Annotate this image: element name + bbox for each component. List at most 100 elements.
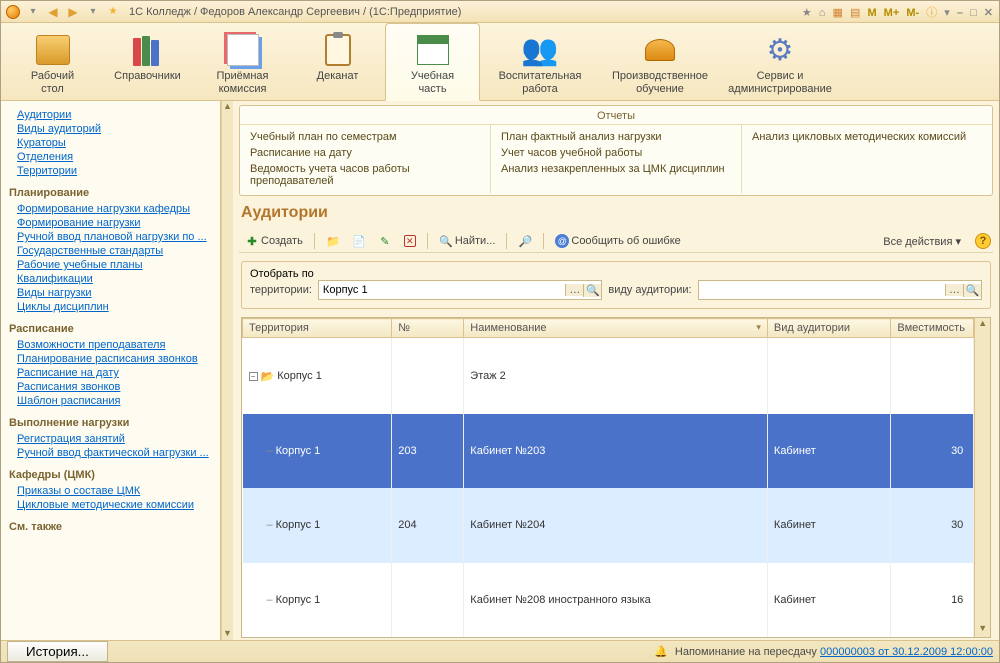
status-link[interactable]: 000000003 от 30.12.2009 12:00:00	[820, 646, 993, 658]
sidebar-link[interactable]: Отделения	[17, 151, 212, 163]
tab-admission[interactable]: Приёмная комиссия	[195, 23, 290, 100]
calc-icon[interactable]: ▤	[850, 7, 860, 19]
sidebar-link[interactable]: Циклы дисциплин	[17, 301, 212, 313]
sidebar-link[interactable]: Регистрация занятий	[17, 433, 212, 445]
sidebar-link[interactable]: Возможности преподавателя	[17, 339, 212, 351]
fav2-icon[interactable]: ★	[802, 7, 812, 19]
sidebar-link[interactable]: Виды аудиторий	[17, 123, 212, 135]
find-button[interactable]: 🔍Найти...	[435, 232, 500, 250]
sidebar-link[interactable]: Планирование расписания звонков	[17, 353, 212, 365]
report-link[interactable]: Учет часов учебной работы	[501, 145, 731, 161]
table-row[interactable]: −📂 Корпус 1Этаж 2	[243, 338, 974, 415]
column-header[interactable]: Вид аудитории	[767, 319, 891, 338]
report-link[interactable]: Анализ незакрепленных за ЦМК дисциплин	[501, 161, 731, 177]
dropdown2-icon[interactable]: ▾	[85, 4, 101, 20]
sidebar-link[interactable]: Квалификации	[17, 273, 212, 285]
tab-service[interactable]: ⚙ Сервис и администрирование	[720, 23, 840, 100]
tab-desktop[interactable]: Рабочий стол	[5, 23, 100, 100]
tab-education[interactable]: Учебная часть	[385, 23, 480, 101]
edit-button[interactable]: ✎	[374, 232, 396, 250]
territory-input-wrap: … 🔍	[318, 280, 602, 300]
report-link[interactable]: Анализ цикловых методических комиссий	[752, 129, 982, 145]
tab-industrial[interactable]: Производственное обучение	[600, 23, 720, 100]
minimize-button[interactable]: –	[957, 7, 963, 19]
copy-button[interactable]: 📄	[348, 232, 370, 250]
report-link[interactable]: Ведомость учета часов работы преподавате…	[250, 161, 480, 189]
bell-icon: 🔔	[654, 646, 668, 658]
back-icon[interactable]: ◀	[45, 4, 61, 20]
content-area: Отчеты Учебный план по семестрамРасписан…	[233, 101, 999, 642]
status-message: 🔔 Напоминание на пересдачу 000000003 от …	[654, 645, 993, 658]
maximize-button[interactable]: □	[970, 7, 977, 19]
sidebar-link[interactable]: Формирование нагрузки	[17, 217, 212, 229]
data-table[interactable]: Территория№Наименование▾Вид аудиторииВме…	[242, 318, 974, 637]
sidebar-link[interactable]: Рабочие учебные планы	[17, 259, 212, 271]
table-scrollbar[interactable]: ▲▼	[974, 318, 990, 637]
report-link[interactable]: Расписание на дату	[250, 145, 480, 161]
delete-button[interactable]: ✕	[400, 233, 420, 249]
type-search-button[interactable]: 🔍	[963, 284, 981, 297]
report-link[interactable]: Учебный план по семестрам	[250, 129, 480, 145]
sidebar-link[interactable]: Расписания звонков	[17, 381, 212, 393]
report-bug-button[interactable]: @Сообщить об ошибке	[551, 232, 684, 250]
m-button[interactable]: M	[867, 7, 876, 19]
tab-upbringing[interactable]: 👥 Воспитательная работа	[480, 23, 600, 100]
copy-icon: 📄	[352, 234, 366, 248]
sidebar-link[interactable]: Ручной ввод плановой нагрузки по ...	[17, 231, 212, 243]
tab-directories[interactable]: Справочники	[100, 23, 195, 100]
new-folder-button[interactable]: 📁	[322, 232, 344, 250]
sidebar-link[interactable]: Ручной ввод фактической нагрузки ...	[17, 447, 212, 459]
table-row[interactable]: – Корпус 1203Кабинет №203Кабинет30	[243, 414, 974, 488]
territory-label: территории:	[250, 284, 312, 296]
report-link[interactable]: План фактный анализ нагрузки	[501, 129, 731, 145]
info-dropdown-icon[interactable]: ▾	[944, 7, 950, 19]
help-icon[interactable]: ?	[975, 233, 991, 249]
filter-legend: Отобрать по	[250, 268, 314, 280]
sidebar-link[interactable]: Виды нагрузки	[17, 287, 212, 299]
sidebar-link[interactable]: Аудитории	[17, 109, 212, 121]
reports-panel: Отчеты Учебный план по семестрамРасписан…	[239, 105, 993, 196]
all-actions-button[interactable]: Все действия ▾	[883, 235, 961, 248]
sidebar: Аудитории Виды аудиторий Кураторы Отделения…	[1, 101, 221, 642]
column-header[interactable]: Вместимость	[891, 319, 974, 338]
clear-filter-button[interactable]: 🔎	[514, 232, 536, 250]
bug-icon: @	[555, 234, 569, 248]
sidebar-link[interactable]: Кураторы	[17, 137, 212, 149]
column-header[interactable]: №	[392, 319, 464, 338]
sidebar-link[interactable]: Цикловые методические комиссии	[17, 499, 212, 511]
plus-icon: ✚	[245, 234, 259, 248]
sidebar-link[interactable]: Формирование нагрузки кафедры	[17, 203, 212, 215]
create-button[interactable]: ✚Создать	[241, 232, 307, 250]
sidebar-group-title: Выполнение нагрузки	[9, 417, 212, 429]
column-header[interactable]: Наименование▾	[464, 319, 768, 338]
dropdown-icon[interactable]: ▾	[25, 4, 41, 20]
territory-choose-button[interactable]: …	[565, 284, 583, 296]
info-icon[interactable]: ⓘ	[926, 7, 937, 19]
people-icon: 👥	[481, 30, 599, 70]
territory-search-button[interactable]: 🔍	[583, 284, 601, 297]
sidebar-link[interactable]: Расписание на дату	[17, 367, 212, 379]
territory-input[interactable]	[319, 281, 565, 299]
table-row[interactable]: – Корпус 1204Кабинет №204Кабинет30	[243, 488, 974, 562]
table-row[interactable]: – Корпус 1Кабинет №208 иностранного язык…	[243, 563, 974, 637]
mplus-button[interactable]: M+	[884, 7, 900, 19]
sidebar-link[interactable]: Территории	[17, 165, 212, 177]
tree-expander[interactable]: −	[249, 372, 258, 381]
tab-dean[interactable]: Деканат	[290, 23, 385, 100]
sidebar-link[interactable]: Шаблон расписания	[17, 395, 212, 407]
grid-icon[interactable]: ▦	[833, 7, 843, 19]
type-choose-button[interactable]: …	[945, 284, 963, 296]
mminus-button[interactable]: M-	[906, 7, 919, 19]
sidebar-link[interactable]: Приказы о составе ЦМК	[17, 485, 212, 497]
history-button[interactable]: История...	[7, 641, 108, 662]
sidebar-scrollbar[interactable]: ▲▼	[221, 101, 233, 642]
favorite-icon[interactable]: ★	[105, 4, 121, 20]
sidebar-group-title: Планирование	[9, 187, 212, 199]
type-input[interactable]	[699, 281, 945, 299]
home-icon[interactable]: ⌂	[819, 7, 826, 19]
app-menu-button[interactable]	[5, 4, 21, 20]
forward-icon[interactable]: ▶	[65, 4, 81, 20]
column-header[interactable]: Территория	[243, 319, 392, 338]
close-button[interactable]: ✕	[984, 7, 993, 19]
sidebar-link[interactable]: Государственные стандарты	[17, 245, 212, 257]
